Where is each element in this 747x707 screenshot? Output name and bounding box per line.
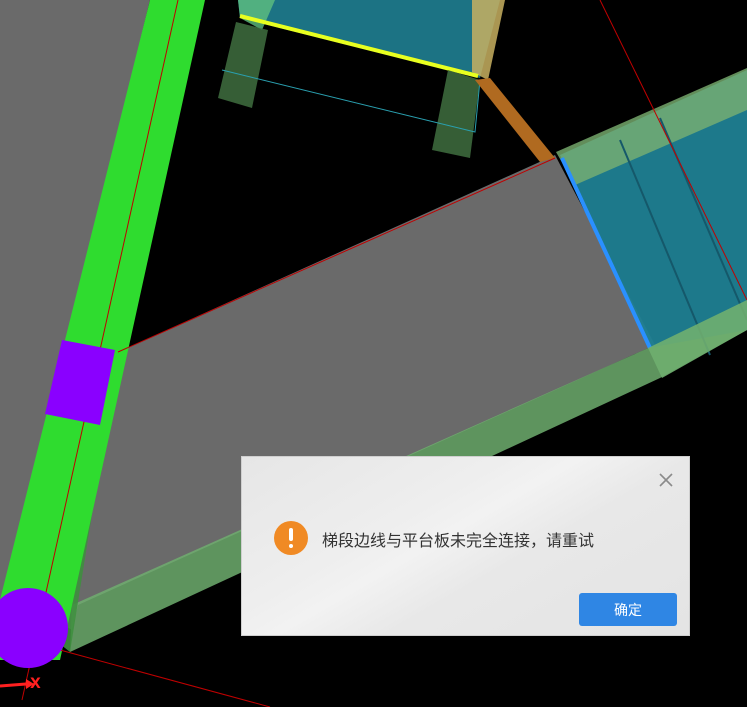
upper-stair-flight[interactable] [238, 0, 500, 78]
ref-line-bottom [59, 649, 271, 707]
upper-stair-leg-right [432, 70, 480, 158]
upper-stair-right-edge [472, 0, 505, 80]
connector-beam [475, 78, 555, 162]
x-axis-label: X [30, 676, 41, 692]
exclamation-circle-icon [274, 521, 308, 555]
dialog-message: 梯段边线与平台板未完全连接，请重试 [322, 531, 595, 550]
close-icon[interactable] [655, 469, 677, 491]
warning-dialog: 梯段边线与平台板未完全连接，请重试 确定 [241, 456, 690, 636]
ok-button[interactable]: 确定 [579, 593, 677, 626]
x-axis-arrow [0, 682, 27, 688]
upper-stair-leg-left [218, 22, 268, 108]
